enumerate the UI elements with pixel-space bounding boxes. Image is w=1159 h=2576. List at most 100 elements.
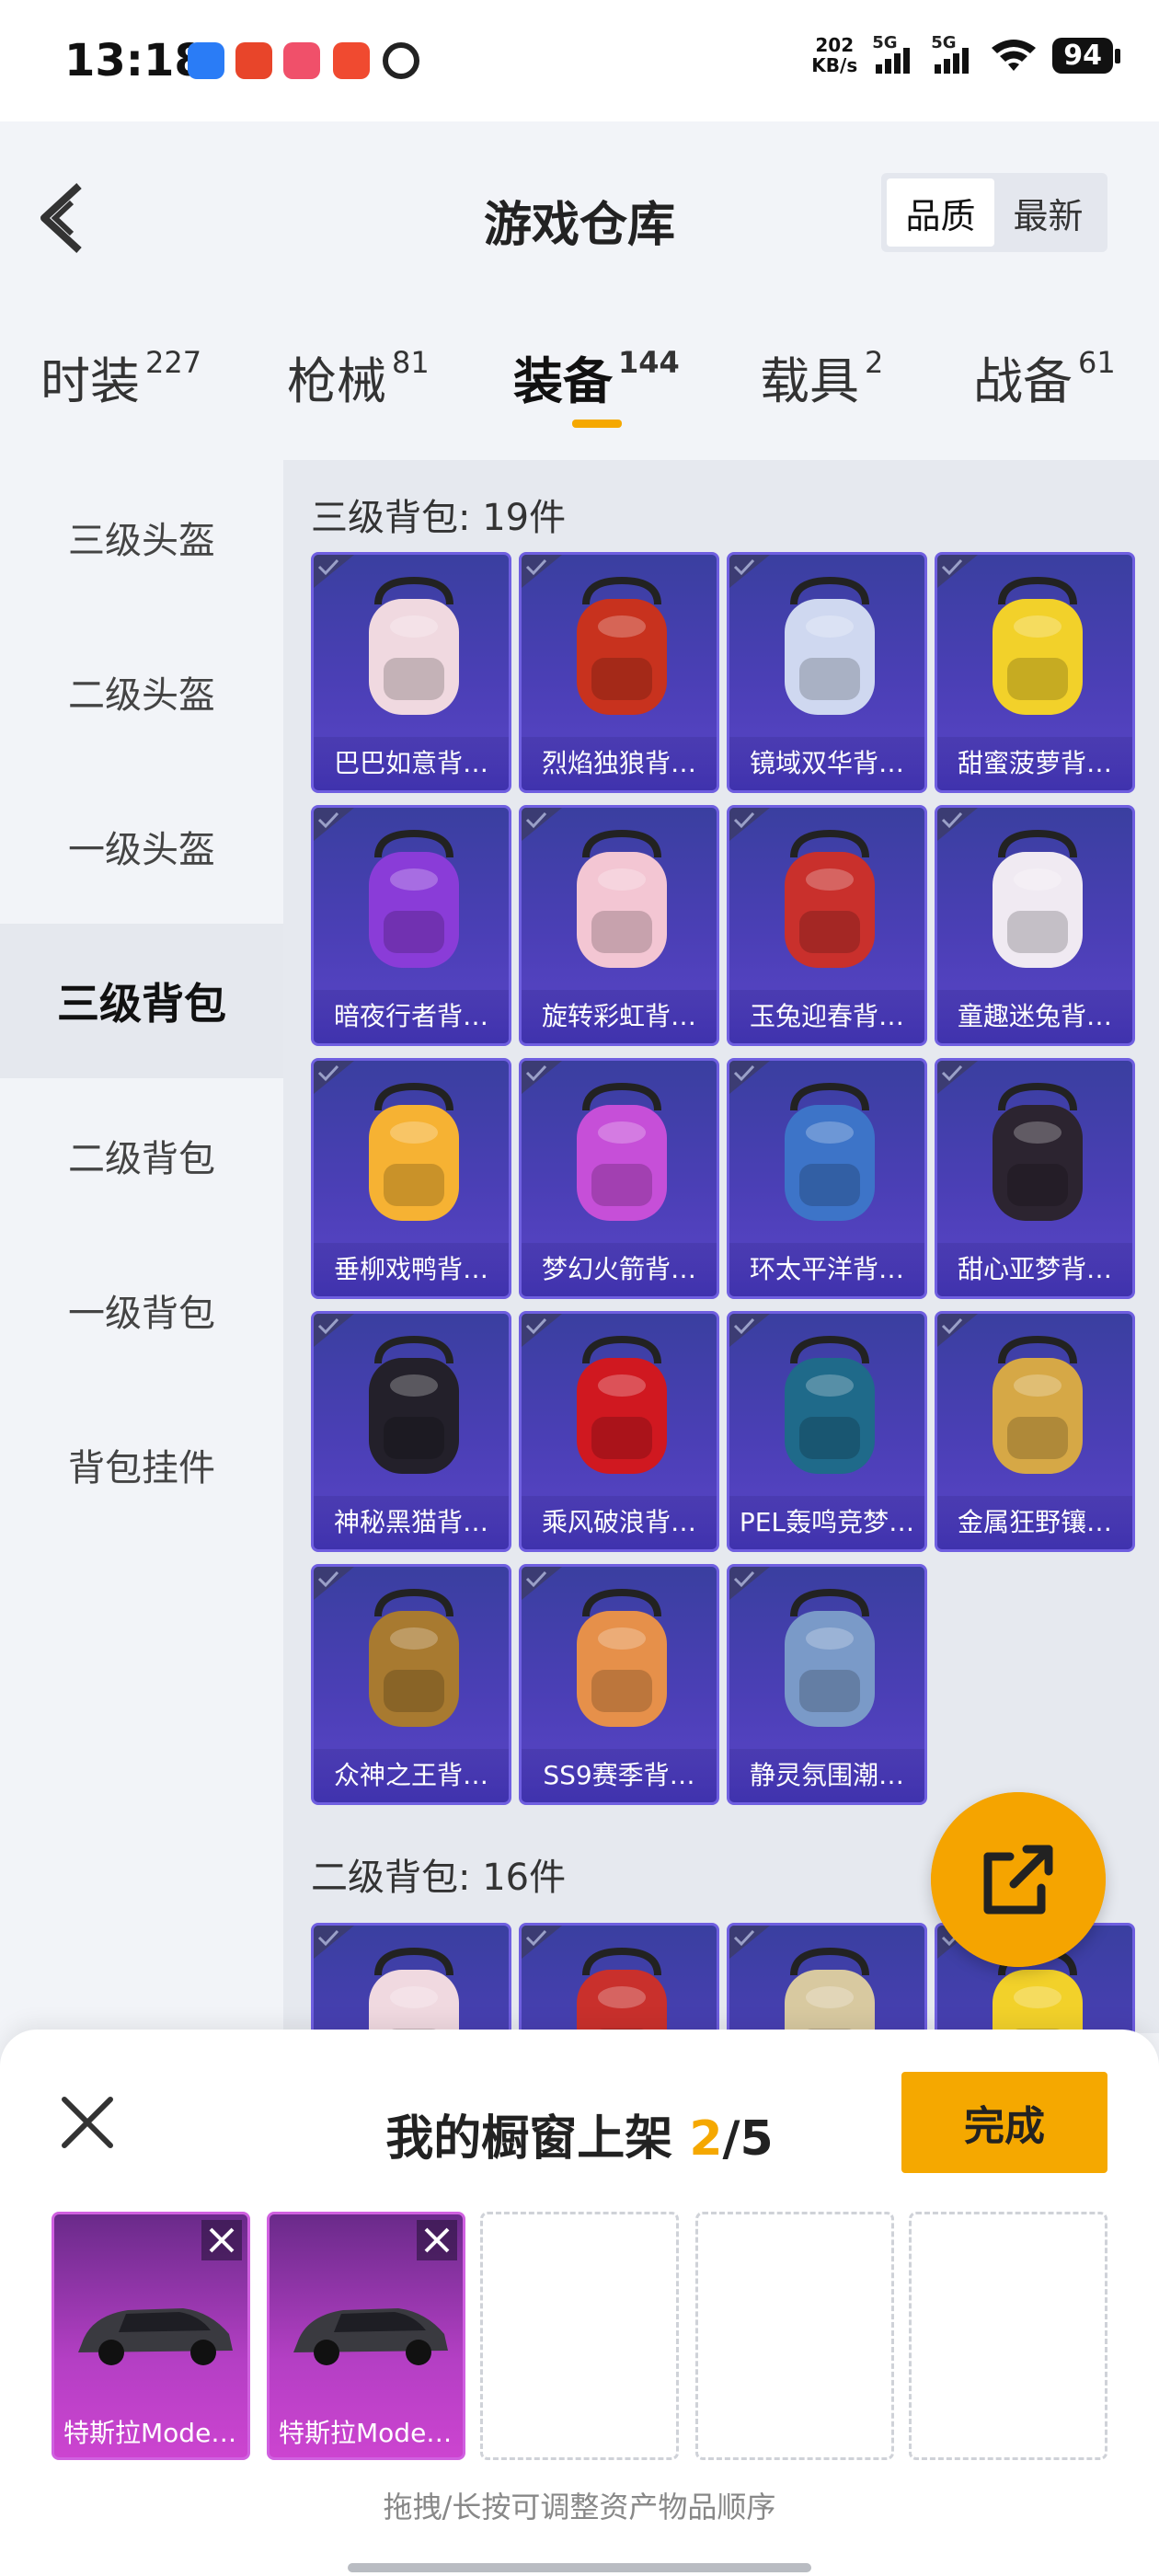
item-card[interactable]: 烈焰独狼背… xyxy=(519,552,719,793)
tab-equipment[interactable]: 装备 144 xyxy=(513,340,680,413)
remove-icon[interactable] xyxy=(417,2220,457,2260)
showcase-item-name: 特斯拉Mode… xyxy=(63,2418,237,2448)
backpack-image xyxy=(369,1335,459,1474)
sidebar-item-backpack-3[interactable]: 三级背包 xyxy=(0,924,283,1078)
item-card[interactable]: 玉兔迎春背… xyxy=(727,805,927,1046)
sim2-label: 5G xyxy=(931,33,957,52)
item-card[interactable]: 甜心亚梦背… xyxy=(935,1058,1135,1299)
backpack-image xyxy=(785,1335,875,1474)
car-image xyxy=(78,2308,233,2365)
tab-label: 时装 xyxy=(40,352,140,410)
section-title: 二级背包: 16件 xyxy=(311,1857,567,1899)
item-card[interactable]: SS9赛季背… xyxy=(519,1564,719,1805)
backpack-image xyxy=(785,1588,875,1727)
net-speed-value: 202 xyxy=(815,34,855,56)
share-icon[interactable] xyxy=(931,1792,1106,1967)
tab-fashion[interactable]: 时装 227 xyxy=(40,340,201,413)
backpack-image xyxy=(577,1947,667,2033)
notification-icon-2 xyxy=(235,42,272,79)
item-card[interactable]: 乘风破浪背… xyxy=(519,1311,719,1552)
item-card[interactable] xyxy=(519,1923,719,2033)
sidebar-item-helmet-3[interactable]: 三级头盔 xyxy=(0,460,283,615)
sidebar-item-helmet-1[interactable]: 一级头盔 xyxy=(0,769,283,924)
showcase-slot[interactable]: 特斯拉Mode… xyxy=(267,2212,465,2460)
backpack-image xyxy=(785,829,875,968)
backpack-image xyxy=(369,1947,459,2033)
item-name: 烈焰独狼背… xyxy=(522,737,717,790)
backpack-image xyxy=(993,576,1083,715)
wifi-icon xyxy=(992,40,1037,71)
item-card[interactable]: 旋转彩虹背… xyxy=(519,805,719,1046)
item-card[interactable]: 众神之王背… xyxy=(311,1564,511,1805)
backpack-image xyxy=(993,829,1083,968)
sort-option-quality[interactable]: 品质 xyxy=(887,178,994,247)
header: 游戏仓库 品质 最新 时装 227 枪械 81 装备 144 载具 2 战备 61 xyxy=(0,121,1159,443)
notification-icon-5 xyxy=(383,42,419,79)
item-name: 神秘黑猫背… xyxy=(314,1496,509,1549)
backpack-image xyxy=(577,1588,667,1727)
done-button[interactable]: 完成 xyxy=(901,2072,1107,2173)
tab-count: 61 xyxy=(1078,345,1116,380)
item-name: 甜心亚梦背… xyxy=(937,1243,1132,1296)
drag-hint: 拖拽/长按可调整资产物品顺序 xyxy=(383,2490,776,2524)
item-card[interactable]: 神秘黑猫背… xyxy=(311,1311,511,1552)
sidebar-item-helmet-2[interactable]: 二级头盔 xyxy=(0,615,283,769)
backpack-image xyxy=(369,829,459,968)
tab-vehicles[interactable]: 载具 2 xyxy=(760,340,883,413)
item-card[interactable]: 镜域双华背… xyxy=(727,552,927,793)
sort-toggle[interactable]: 品质 最新 xyxy=(881,173,1107,252)
sidebar-item-backpack-charm[interactable]: 背包挂件 xyxy=(0,1387,283,1542)
sidebar-item-backpack-2[interactable]: 二级背包 xyxy=(0,1078,283,1233)
backpack-image xyxy=(369,1588,459,1727)
status-bar: 13:18 202 KB/s 5G 5G 94 xyxy=(0,0,1159,121)
net-speed: 202 KB/s xyxy=(811,35,857,75)
showcase-empty-slot[interactable] xyxy=(695,2212,894,2460)
item-name: 众神之王背… xyxy=(314,1749,509,1802)
showcase-empty-slot[interactable] xyxy=(909,2212,1107,2460)
backpack-image xyxy=(993,1082,1083,1221)
item-name: 巴巴如意背… xyxy=(314,737,509,790)
showcase-slot[interactable]: 特斯拉Mode… xyxy=(52,2212,250,2460)
section-title: 三级背包: 19件 xyxy=(311,497,567,539)
backpack-image xyxy=(369,1082,459,1221)
tab-label: 枪械 xyxy=(287,352,386,410)
item-card[interactable]: 巴巴如意背… xyxy=(311,552,511,793)
item-card[interactable] xyxy=(727,1923,927,2033)
showcase-empty-slot[interactable] xyxy=(480,2212,679,2460)
sort-option-newest[interactable]: 最新 xyxy=(994,178,1102,247)
net-speed-unit: KB/s xyxy=(811,54,858,76)
item-card[interactable]: 童趣迷兔背… xyxy=(935,805,1135,1046)
tab-label: 载具 xyxy=(760,352,859,410)
showcase-total: /5 xyxy=(722,2111,774,2167)
item-card[interactable] xyxy=(311,1923,511,2033)
tab-supplies[interactable]: 战备 61 xyxy=(973,340,1116,413)
backpack-image xyxy=(785,576,875,715)
remove-icon[interactable] xyxy=(201,2220,242,2260)
item-card[interactable]: 金属狂野镶… xyxy=(935,1311,1135,1552)
backpack-image xyxy=(577,1335,667,1474)
home-indicator[interactable] xyxy=(348,2563,811,2572)
item-card[interactable]: 梦幻火箭背… xyxy=(519,1058,719,1299)
item-card[interactable]: 静灵氛围潮… xyxy=(727,1564,927,1805)
item-card[interactable]: PEL轰鸣竞梦… xyxy=(727,1311,927,1552)
item-name: 金属狂野镶… xyxy=(937,1496,1132,1549)
active-tab-indicator xyxy=(572,420,622,428)
item-card[interactable]: 甜蜜菠萝背… xyxy=(935,552,1135,793)
notification-icon-4 xyxy=(333,42,370,79)
category-tabs: 时装 227 枪械 81 装备 144 载具 2 战备 61 xyxy=(0,340,1159,432)
battery-indicator: 94 xyxy=(1052,37,1120,74)
item-card[interactable]: 环太平洋背… xyxy=(727,1058,927,1299)
item-name: 镜域双华背… xyxy=(729,737,924,790)
tab-label: 装备 xyxy=(513,352,613,410)
sidebar-item-backpack-1[interactable]: 一级背包 xyxy=(0,1233,283,1387)
backpack-image xyxy=(785,1947,875,2033)
item-name: 环太平洋背… xyxy=(729,1243,924,1296)
tab-guns[interactable]: 枪械 81 xyxy=(287,340,430,413)
sim1-label: 5G xyxy=(872,33,898,52)
item-name: SS9赛季背… xyxy=(522,1749,717,1802)
tab-label: 战备 xyxy=(973,352,1073,410)
item-card[interactable]: 暗夜行者背… xyxy=(311,805,511,1046)
item-name: 甜蜜菠萝背… xyxy=(937,737,1132,790)
tab-count: 81 xyxy=(392,345,430,380)
item-card[interactable]: 垂柳戏鸭背… xyxy=(311,1058,511,1299)
